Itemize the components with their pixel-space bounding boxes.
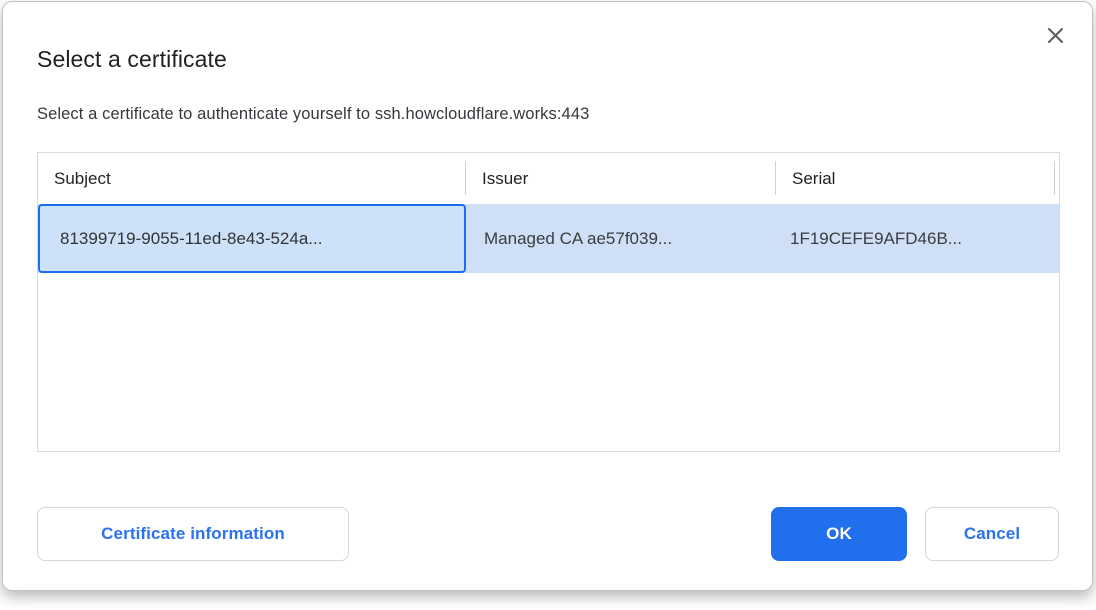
column-header-issuer[interactable]: Issuer <box>466 153 776 204</box>
table-header-row: Subject Issuer Serial <box>38 153 1059 204</box>
column-header-serial-label: Serial <box>792 169 835 189</box>
ok-button[interactable]: OK <box>771 507 907 561</box>
certificate-table: Subject Issuer Serial 81399719-9055-11ed… <box>37 152 1060 452</box>
column-header-subject[interactable]: Subject <box>38 153 466 204</box>
close-button[interactable] <box>1042 24 1068 50</box>
dialog-footer: Certificate information OK Cancel <box>3 507 1092 561</box>
certificate-select-dialog: Select a certificate Select a certificat… <box>2 1 1093 591</box>
cell-serial[interactable]: 1F19CEFE9AFD46B... <box>776 204 1059 273</box>
screen: Select a certificate Select a certificat… <box>0 0 1096 610</box>
cancel-button[interactable]: Cancel <box>925 507 1059 561</box>
certificate-information-button[interactable]: Certificate information <box>37 507 349 561</box>
cell-subject[interactable]: 81399719-9055-11ed-8e43-524a... <box>38 204 466 273</box>
cell-issuer[interactable]: Managed CA ae57f039... <box>466 204 776 273</box>
close-icon <box>1046 26 1065 48</box>
column-header-serial[interactable]: Serial <box>776 153 1059 204</box>
column-header-issuer-label: Issuer <box>482 169 528 189</box>
dialog-subtitle: Select a certificate to authenticate you… <box>37 105 589 124</box>
page-title: Select a certificate <box>37 46 227 73</box>
column-header-subject-label: Subject <box>54 169 111 189</box>
column-divider <box>1054 161 1055 195</box>
certificate-row-selected[interactable]: 81399719-9055-11ed-8e43-524a... Managed … <box>38 204 1059 273</box>
